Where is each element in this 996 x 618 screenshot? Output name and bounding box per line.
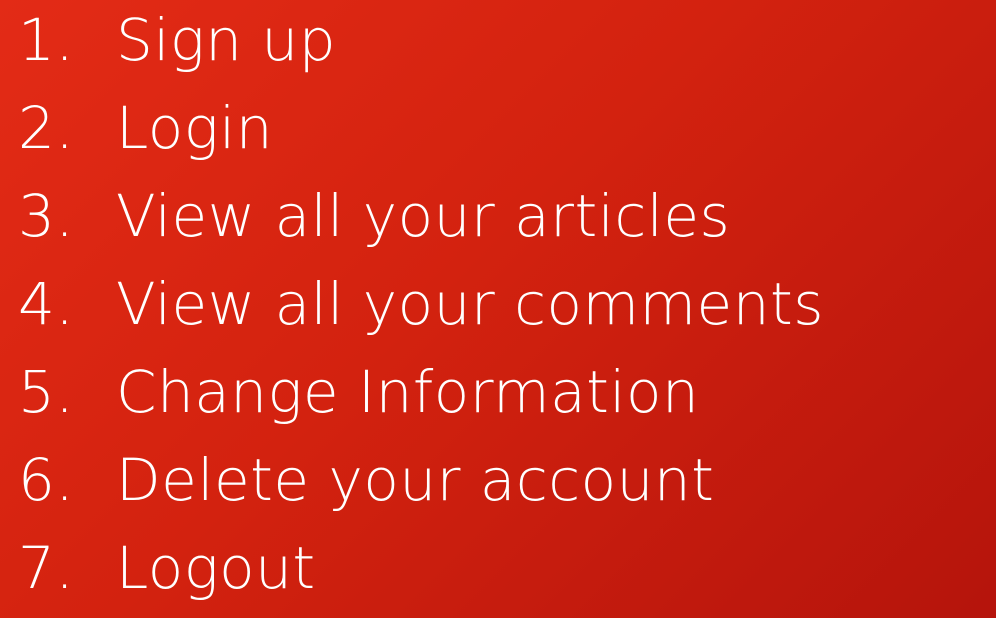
- menu-item-delete-account: 6. Delete your account: [18, 436, 824, 524]
- menu-item-number: 7.: [18, 534, 75, 602]
- menu-item-view-articles: 3. View all your articles: [18, 172, 824, 260]
- menu-item-number: 3.: [18, 182, 75, 250]
- menu-item-label: Logout: [116, 534, 316, 602]
- menu-item-number: 5.: [18, 358, 75, 426]
- menu-item-number: 1.: [18, 6, 75, 74]
- menu-item-number: 2.: [18, 94, 75, 162]
- menu-item-label: Sign up: [116, 6, 337, 74]
- menu-item-sign-up: 1. Sign up: [18, 0, 824, 84]
- menu-item-label: Change Information: [116, 358, 700, 426]
- menu-item-login: 2. Login: [18, 84, 824, 172]
- menu-item-label: View all your comments: [116, 270, 824, 338]
- menu-item-logout: 7. Logout: [18, 524, 824, 612]
- slide: 1. Sign up 2. Login 3. View all your articl…: [0, 0, 996, 618]
- menu-item-label: View all your articles: [116, 182, 731, 250]
- menu-item-view-comments: 4. View all your comments: [18, 260, 824, 348]
- menu-item-label: Delete your account: [116, 446, 715, 514]
- menu-item-number: 6.: [18, 446, 75, 514]
- numbered-menu-list: 1. Sign up 2. Login 3. View all your articl…: [18, 0, 824, 612]
- menu-item-number: 4.: [18, 270, 75, 338]
- menu-item-label: Login: [116, 94, 273, 162]
- menu-item-change-information: 5. Change Information: [18, 348, 824, 436]
